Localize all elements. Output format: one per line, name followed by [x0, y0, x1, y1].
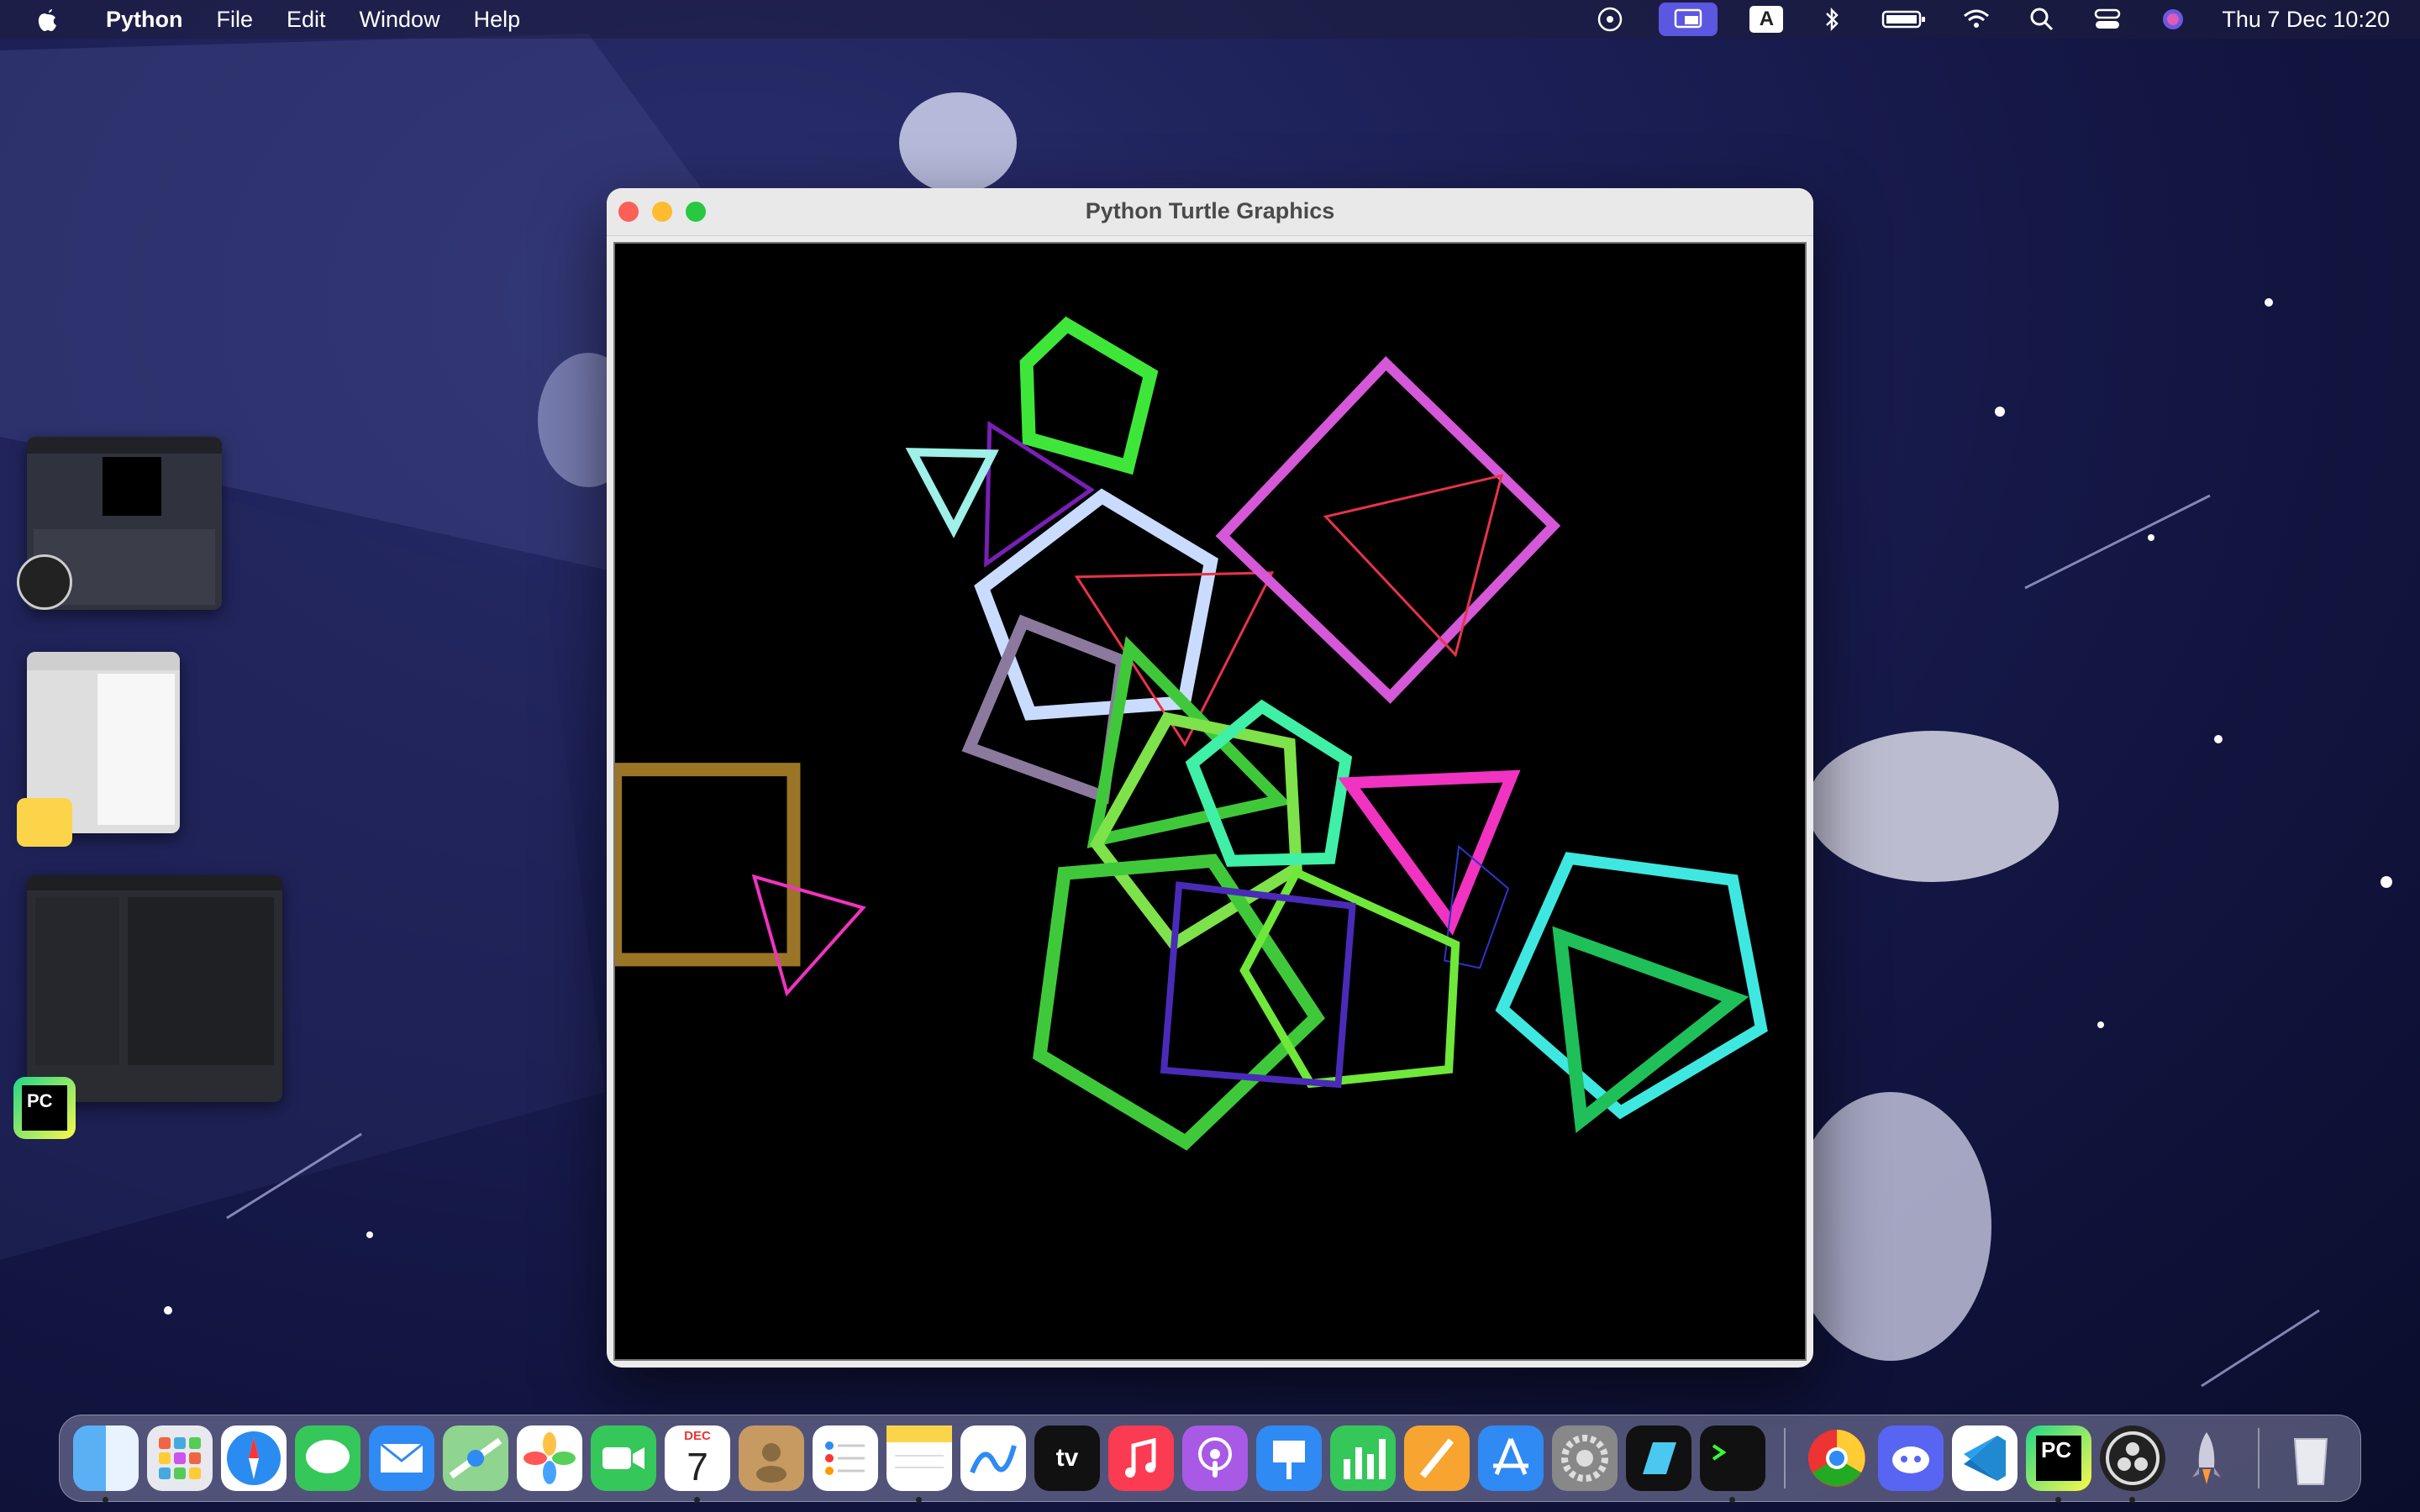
menu-help[interactable]: Help [457, 7, 538, 33]
dock-photos[interactable] [517, 1425, 582, 1491]
app-menu-python[interactable]: Python [89, 7, 200, 33]
dock-pages[interactable] [1404, 1425, 1470, 1491]
dock-keynote[interactable] [1256, 1425, 1322, 1491]
spotlight-search-icon[interactable] [2025, 6, 2059, 33]
turtle-graphics-window[interactable]: Python Turtle Graphics [607, 188, 1813, 1368]
shape-green-pentagon-top [1019, 316, 1159, 475]
shape-pink-triangle-right [1338, 769, 1521, 936]
input-source-icon[interactable]: A [1749, 6, 1784, 33]
shape-magenta-square [1215, 356, 1561, 704]
window-title: Python Turtle Graphics [1085, 198, 1335, 223]
menu-window[interactable]: Window [343, 7, 457, 33]
dock-separator-trash [2258, 1428, 2260, 1488]
window-titlebar[interactable]: Python Turtle Graphics [607, 188, 1813, 236]
dock-maps[interactable] [443, 1425, 508, 1491]
dock-reminders[interactable] [813, 1425, 878, 1491]
dock-music[interactable] [1108, 1425, 1174, 1491]
dock-pycharm[interactable]: PC [2026, 1425, 2091, 1503]
dock-appletv[interactable]: tv [1034, 1425, 1100, 1491]
stage-thumbnail-pycharm[interactable] [27, 875, 282, 1102]
dock-mail[interactable] [369, 1425, 434, 1491]
shape-lightblue-pentagon [974, 488, 1218, 721]
calendar-month: DEC [684, 1429, 711, 1443]
menu-file[interactable]: File [200, 7, 271, 33]
screen-mirroring-icon[interactable] [1659, 3, 1718, 36]
control-center-icon[interactable] [2091, 6, 2124, 33]
dock-app-store[interactable] [1478, 1425, 1544, 1491]
pycharm-dock-label: PC [2041, 1437, 2072, 1462]
dock-obs[interactable] [2100, 1425, 2165, 1503]
menu-bar: Python File Edit Window Help A Thu 7 Dec… [0, 0, 2420, 39]
bluetooth-icon[interactable] [1815, 6, 1849, 33]
dock-contacts[interactable] [739, 1425, 804, 1491]
dock-numbers[interactable] [1330, 1425, 1396, 1491]
dock-terminal[interactable] [1700, 1425, 1765, 1503]
dock-launchpad[interactable] [147, 1425, 213, 1491]
obs-app-icon[interactable] [17, 554, 72, 610]
dock-freeform[interactable] [960, 1425, 1026, 1491]
siri-icon[interactable] [2156, 6, 2190, 33]
shape-cyan-triangle-small [905, 448, 999, 538]
dock-screens[interactable] [1626, 1425, 1691, 1491]
apple-icon[interactable] [30, 3, 64, 36]
dock-calendar[interactable]: DEC 7 [665, 1425, 730, 1503]
shape-brown-square [615, 763, 801, 967]
dock-notes[interactable] [886, 1425, 952, 1503]
calendar-day: 7 [687, 1445, 708, 1488]
turtle-canvas[interactable] [613, 242, 1807, 1361]
dock-separator [1784, 1428, 1786, 1488]
wifi-icon[interactable] [1960, 6, 1993, 33]
dock-discord[interactable] [1878, 1425, 1944, 1491]
menubar-clock[interactable]: Thu 7 Dec 10:20 [2222, 7, 2390, 33]
obs-status-icon[interactable] [1593, 6, 1627, 33]
dock-facetime[interactable] [591, 1425, 656, 1491]
dock-chrome[interactable] [1804, 1425, 1870, 1491]
dock-safari[interactable] [221, 1425, 287, 1491]
dock-rocket[interactable] [2174, 1425, 2239, 1491]
pycharm-app-icon[interactable]: PC [13, 1077, 76, 1139]
battery-icon[interactable] [1881, 6, 1928, 33]
pycharm-icon-label: PC [22, 1085, 67, 1131]
shape-red-triangle-right [1323, 474, 1504, 658]
dock-messages[interactable] [295, 1425, 360, 1491]
shape-indigo-square [1160, 881, 1356, 1089]
menu-edit[interactable]: Edit [270, 7, 343, 33]
dock-trash[interactable] [2278, 1425, 2344, 1491]
notes-app-icon[interactable] [17, 798, 72, 847]
dock-podcasts[interactable] [1182, 1425, 1248, 1491]
shape-pink-triangle-left [751, 874, 866, 997]
dock-finder[interactable] [73, 1425, 139, 1503]
dock-system-settings[interactable] [1552, 1425, 1618, 1491]
dock: DEC 7 tv PC [59, 1415, 2361, 1503]
dock-vscode[interactable] [1952, 1425, 2018, 1491]
appletv-label: tv [1055, 1444, 1079, 1472]
